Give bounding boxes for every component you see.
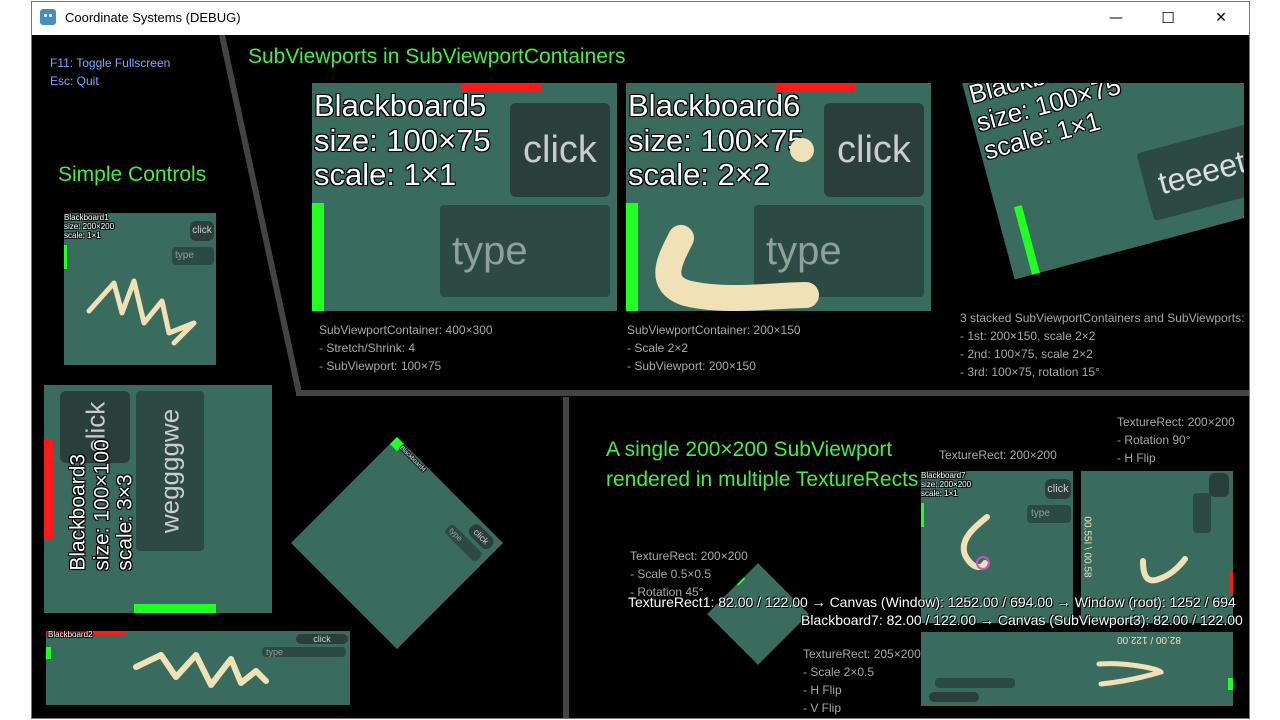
chalk-drawing [655,138,819,311]
hint-fullscreen: F11: Toggle Fullscreen [50,56,171,70]
blackboard5-type-field[interactable]: type [440,205,610,297]
hint-block: F11: Toggle Fullscreen Esc: Quit [50,54,170,90]
blackboard2-viewport[interactable]: Blackboard2 click type [46,631,350,705]
stacked-blackboard[interactable]: Blackboard size: 100×75 scale: 1×1 click… [950,83,1244,280]
stacked-type-field[interactable]: teeeet [1136,112,1244,222]
blackboard5-click-button[interactable]: click [510,103,610,197]
blackboard3-type-text: weggggwe [154,408,185,534]
blackboard3-label: Blackboard3 size: 100×100 scale: 3×3 [66,439,137,571]
green-indicator [134,604,216,613]
texturerect4-note: TextureRect: 205×200 - Scale 2×0.5 - H F… [803,647,921,715]
blackboard3-type-field[interactable]: weggggwe [136,391,204,551]
blackboard5-note: SubViewportContainer: 400×300 - Stretch/… [319,323,493,373]
diagonal-divider [219,35,302,394]
texturerect2-note: TextureRect: 200×200 - Rotation 90° - H … [1117,415,1235,465]
green-indicator [312,203,324,311]
green-indicator [1013,205,1043,280]
blackboard3-viewport[interactable]: click weggggwe Blackboard3 size: 100×100… [44,385,272,613]
chalk-drawing [1096,661,1164,687]
blackboard6-note: SubViewportContainer: 200×150 - Scale 2×… [627,323,801,373]
texturerect-heading-line2: rendered in multiple TextureRects [606,468,919,491]
debug-line-blackboard7: Blackboard7: 82.00 / 122.00 → Canvas (Su… [801,612,1243,628]
viewport-content[interactable]: F11: Toggle Fullscreen Esc: Quit SubView… [32,35,1249,718]
minimize-button[interactable]: — [1090,2,1142,35]
maximize-button[interactable]: ☐ [1142,2,1194,35]
texturerect4[interactable]: 82.00 / 122.00 [921,632,1233,706]
title-bar[interactable]: Coordinate Systems (DEBUG) — ☐ ✕ [32,2,1249,35]
subviewports-heading: SubViewports in SubViewportContainers [248,45,626,68]
chalk-drawing [86,278,197,346]
stacked-note: 3 stacked SubViewportContainers and SubV… [960,311,1245,379]
texturerect-heading-line1: A single 200×200 SubViewport [606,438,893,461]
texturerect-heading: A single 200×200 SubViewport rendered in… [606,435,918,495]
texturerect1-note: TextureRect: 200×200 [939,448,1057,462]
window-title: Coordinate Systems (DEBUG) [65,10,241,25]
blackboard6-viewport[interactable]: Blackboard6 size: 100×75 scale: 2×2 clic… [626,83,931,311]
app-window: Coordinate Systems (DEBUG) — ☐ ✕ F11: To… [32,2,1249,718]
stacked-container[interactable]: Blackboard size: 100×75 scale: 1×1 click… [940,83,1244,311]
blackboard5-viewport[interactable]: Blackboard5 size: 100×75 scale: 1×1 clic… [312,83,617,311]
simple-controls-heading: Simple Controls [58,163,207,186]
godot-app-icon [40,9,56,25]
close-button[interactable]: ✕ [1195,2,1247,35]
stacked-label: Blackboard size: 100×75 scale: 1×1 [966,83,1124,166]
red-indicator [44,440,53,540]
chalk-drawing [133,652,269,688]
debug-line-texturerect1: TextureRect1: 82.00 / 122.00 → Canvas (W… [628,594,1236,610]
blackboard1-viewport[interactable]: Blackboard1 size: 200×200 scale: 1×1 cli… [64,213,216,365]
hint-quit: Esc: Quit [50,74,99,88]
blackboard5-label: Blackboard5 size: 100×75 scale: 1×1 [314,88,491,193]
